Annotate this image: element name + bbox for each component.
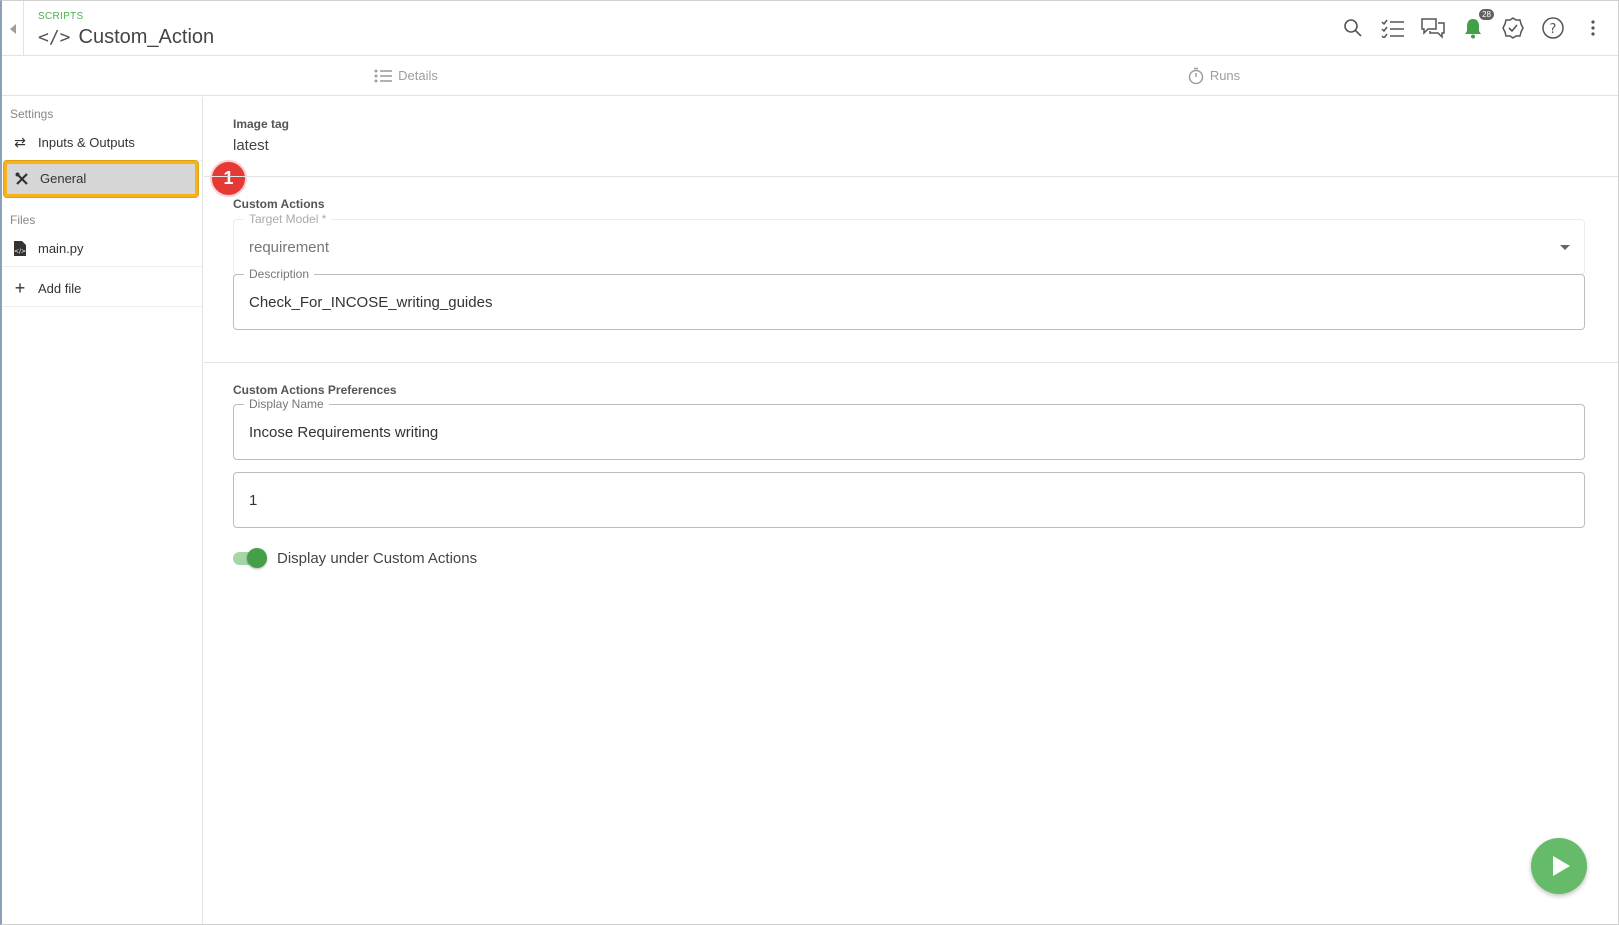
chat-icon[interactable] (1420, 15, 1446, 41)
image-tag-value: latest (233, 137, 269, 154)
image-tag-block: Image tag latest (233, 117, 289, 154)
sidebar-item-main-py[interactable]: </> main.py (2, 231, 202, 267)
display-toggle-label: Display under Custom Actions (277, 549, 478, 567)
tab-runs-label: Runs (1209, 68, 1241, 83)
sidebar-item-inputs-outputs[interactable]: ⇄ Inputs & Outputs (2, 125, 202, 161)
breadcrumb[interactable]: SCRIPTS (38, 11, 83, 22)
file-code-icon: </> (12, 241, 28, 256)
search-icon[interactable] (1340, 15, 1366, 41)
target-model-value: requirement (249, 239, 330, 256)
sidebar-item-label: General (40, 171, 87, 186)
verified-check-icon[interactable] (1500, 15, 1526, 41)
swap-arrows-icon: ⇄ (14, 134, 26, 150)
tab-details[interactable]: Details (2, 56, 810, 95)
tab-details-label: Details (398, 68, 438, 83)
sidebar-item-general[interactable]: General (4, 161, 198, 197)
code-icon: </> (38, 27, 71, 48)
sidebar: Settings ⇄ Inputs & Outputs General File… (2, 97, 203, 924)
custom-actions-label: Custom Actions (233, 197, 325, 211)
run-script-button[interactable] (1531, 838, 1587, 894)
image-tag-label: Image tag (233, 117, 290, 131)
play-icon (1552, 856, 1570, 876)
files-section-label: Files (10, 213, 36, 227)
target-model-legend: Target Model * (244, 212, 332, 226)
sidebar-item-label: main.py (38, 241, 84, 256)
sidebar-item-label: Inputs & Outputs (38, 135, 135, 150)
toggle-knob (247, 548, 267, 568)
tab-runs[interactable]: Runs (810, 56, 1618, 95)
svg-text:?: ? (1550, 22, 1557, 37)
bell-icon[interactable]: 28 (1460, 9, 1494, 41)
tools-icon (14, 172, 30, 186)
stopwatch-icon (1188, 67, 1204, 84)
custom-actions-preferences-label: Custom Actions Preferences (233, 383, 397, 397)
chevron-down-icon (1560, 245, 1570, 250)
notification-badge: 28 (1479, 9, 1494, 20)
title-area: </> Custom_Action (38, 26, 214, 49)
more-vertical-icon[interactable] (1580, 15, 1606, 41)
order-field[interactable]: 1 (233, 472, 1585, 528)
collapse-panel-button[interactable] (2, 1, 24, 56)
page-title: Custom_Action (78, 26, 215, 48)
description-legend: Description (244, 267, 315, 281)
description-field[interactable]: Description Check_For_INCOSE_writing_gui… (233, 267, 1585, 330)
plus-icon: + (14, 278, 26, 298)
display-under-custom-actions-toggle-row[interactable]: Display under Custom Actions (233, 548, 478, 568)
app-header: SCRIPTS </> Custom_Action 28 ? (2, 1, 1618, 56)
svg-text:</>: </> (14, 248, 26, 255)
target-model-select[interactable]: Target Model * requirement (233, 212, 1585, 275)
checklist-icon[interactable] (1380, 15, 1406, 41)
settings-section-label: Settings (10, 107, 54, 121)
chevron-left-icon (9, 23, 16, 34)
header-actions: 28 ? (1340, 9, 1606, 41)
section-divider (204, 362, 1618, 363)
help-icon[interactable]: ? (1540, 15, 1566, 41)
display-toggle-switch[interactable] (233, 548, 267, 568)
description-value: Check_For_INCOSE_writing_guides (249, 294, 493, 311)
main-content: Image tag latest Custom Actions Target M… (204, 97, 1618, 924)
add-file-button[interactable]: + Add file (2, 271, 202, 307)
display-name-value: Incose Requirements writing (249, 424, 439, 441)
section-divider (204, 176, 1618, 177)
add-file-label: Add file (38, 281, 82, 296)
list-icon (374, 69, 393, 82)
display-name-legend: Display Name (244, 397, 329, 411)
tab-bar: Details Runs (2, 56, 1618, 96)
order-value: 1 (249, 492, 258, 509)
display-name-field[interactable]: Display Name Incose Requirements writing (233, 397, 1585, 460)
